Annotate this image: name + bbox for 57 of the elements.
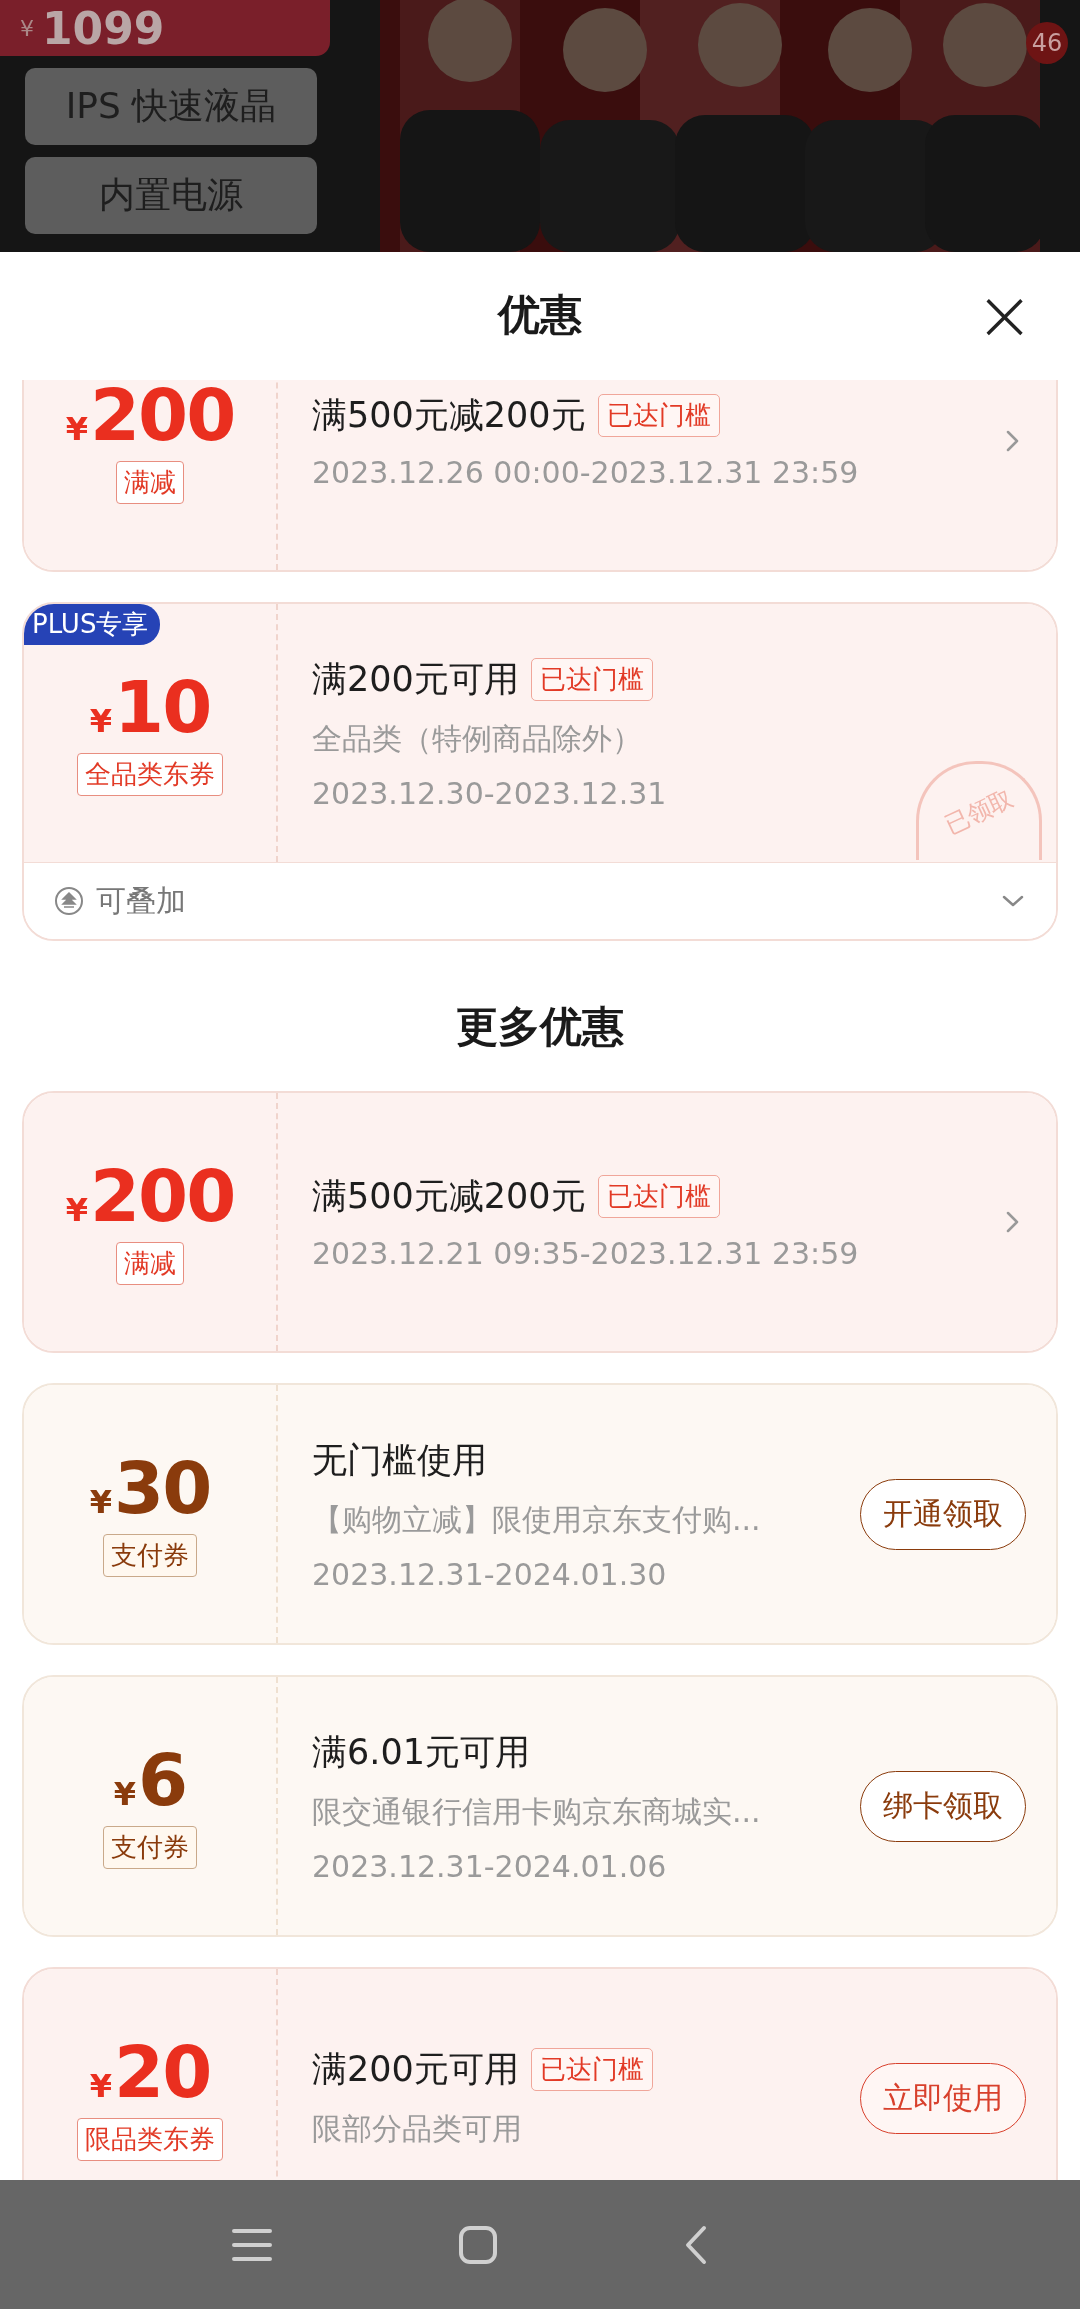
coupon-type-tag: 限品类东券	[77, 2117, 223, 2161]
coupon-type-tag: 满减	[116, 460, 184, 504]
currency-symbol: ¥	[89, 2066, 113, 2105]
coupon-condition: 无门槛使用	[312, 1438, 487, 1482]
claim-button[interactable]: 开通领取	[860, 1478, 1026, 1550]
price-text: 1099	[42, 2, 165, 54]
coupon-amount: 200	[90, 380, 235, 451]
plus-badge: PLUS专享	[24, 604, 161, 645]
coupon-condition: 满500元减200元	[312, 1175, 586, 1218]
threshold-tag: 已达门槛	[597, 394, 720, 437]
coupon-condition: 满200元可用	[312, 2048, 519, 2091]
claim-button[interactable]: 绑卡领取	[860, 1770, 1026, 1842]
coupon-type-tag: 支付券	[103, 1533, 197, 1577]
coupon-detail: 2023.12.30-2023.12.31	[312, 775, 667, 811]
stackable-label: 可叠加	[96, 881, 187, 920]
coupon-type-tag: 支付券	[103, 1825, 197, 1869]
close-button[interactable]: ×	[969, 280, 1040, 350]
coupon-detail: 全品类（特例商品除外）	[312, 719, 642, 758]
currency-symbol: ¥	[89, 1482, 113, 1521]
coupon-type-tag: 满减	[116, 1241, 184, 1285]
currency-symbol: ¥	[89, 701, 113, 740]
menu-icon[interactable]	[232, 2227, 272, 2262]
coupon-condition: 满500元减200元	[312, 394, 586, 437]
coupon-type-tag: 全品类东券	[77, 752, 223, 796]
count-badge: 46	[1026, 22, 1068, 64]
currency-symbol: ¥	[20, 15, 34, 41]
coupon-condition: 满200元可用	[312, 657, 519, 701]
coupon-detail: 2023.12.31-2024.01.30	[312, 1556, 667, 1592]
stack-icon	[54, 886, 84, 916]
coupon-amount: 20	[114, 2035, 211, 2108]
sheet-title: 优惠	[498, 289, 582, 341]
chevron-down-icon[interactable]	[1002, 894, 1024, 908]
coupon-amount: 200	[90, 1159, 235, 1232]
currency-symbol: ¥	[65, 1190, 88, 1229]
chevron-right-icon	[1005, 1211, 1020, 1233]
currency-symbol: ¥	[65, 409, 88, 448]
chevron-right-icon	[1005, 430, 1020, 452]
coupon-condition: 满6.01元可用	[312, 1730, 530, 1774]
claim-button[interactable]: 立即使用	[860, 2062, 1026, 2134]
threshold-tag: 已达门槛	[530, 657, 653, 701]
coupon-detail: 2023.12.26 00:00-2023.12.31 23:59	[312, 455, 859, 490]
back-icon[interactable]	[684, 2224, 708, 2265]
threshold-tag: 已达门槛	[530, 2048, 653, 2091]
coupon-detail: 限部分品类可用	[312, 2110, 522, 2148]
coupon-detail: 2023.12.31-2024.01.06	[312, 1848, 667, 1884]
coupon-amount: 30	[114, 1451, 211, 1524]
coupon-detail: 限交通银行信用卡购京东商城实...	[312, 1792, 761, 1831]
home-icon[interactable]	[458, 2224, 498, 2265]
feature-tag: IPS 快速液晶	[25, 68, 317, 145]
coupon-detail: 【购物立减】限使用京东支付购...	[312, 1500, 761, 1539]
feature-tag: 内置电源	[25, 157, 317, 234]
currency-symbol: ¥	[113, 1774, 137, 1813]
coupon-detail: 2023.12.21 09:35-2023.12.31 23:59	[312, 1236, 859, 1271]
coupon-amount: 10	[114, 670, 211, 743]
threshold-tag: 已达门槛	[597, 1175, 720, 1218]
coupon-amount: 6	[138, 1743, 187, 1816]
section-title: 更多优惠	[455, 1001, 625, 1053]
